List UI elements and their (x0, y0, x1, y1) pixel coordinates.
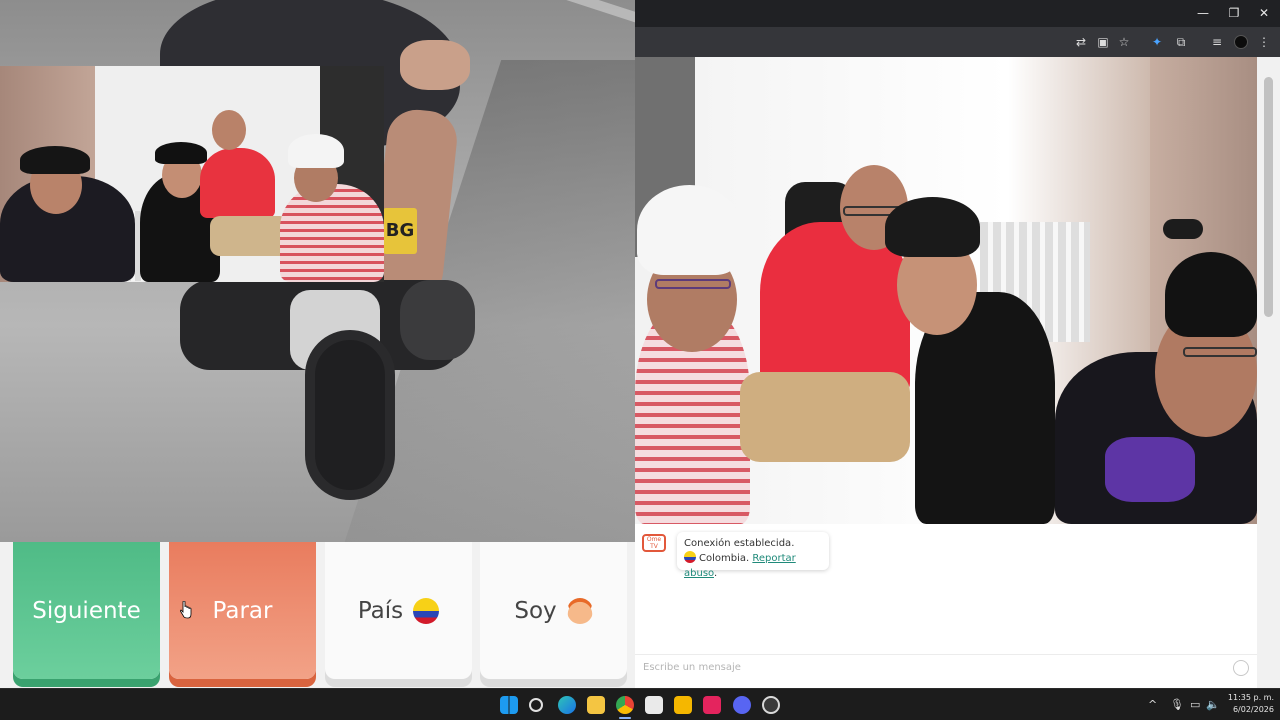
translate-icon[interactable]: ⇄ (1073, 34, 1089, 50)
rider-arm (400, 40, 470, 90)
browser-toolbar: ⇄ ▣ ☆ ✦ ⧉ ≡ ⋮ (635, 27, 1280, 57)
hoodie-graphic (1105, 437, 1195, 502)
background-video: BG (0, 0, 635, 542)
scrollbar-thumb[interactable] (1264, 77, 1273, 317)
stream-pane: BG Siguiente Parar País Soy (0, 0, 635, 688)
country-line: Colombia. Reportar abuso. (684, 551, 822, 581)
file-explorer-icon[interactable] (587, 696, 605, 714)
extension-puzzle-icon[interactable]: ✦ (1149, 34, 1165, 50)
network-icon[interactable]: ▭ (1190, 697, 1200, 713)
close-window-button[interactable]: ✕ (1249, 4, 1279, 22)
pip-person-4 (280, 134, 384, 282)
motorcycle-exhaust (400, 280, 475, 360)
browser-window: — ❐ ✕ ⇄ ▣ ☆ ✦ ⧉ ≡ ⋮ Ome TV Conexión esta… (635, 0, 1280, 688)
self-webcam-overlay (0, 66, 384, 282)
country-filter-button[interactable]: País (325, 542, 472, 679)
country-name: Colombia. (699, 553, 750, 564)
country-button-label: País (357, 597, 404, 624)
capcut-icon[interactable] (645, 696, 663, 714)
menu-icon[interactable]: ⋮ (1256, 34, 1272, 50)
stop-button-label: Parar (212, 597, 273, 624)
desktop-screen: BG Siguiente Parar País Soy — ❐ ✕ ⇄ ▣ ☆ … (0, 0, 1280, 720)
tiktok-icon[interactable] (703, 696, 721, 714)
chrome-browser-icon[interactable] (616, 696, 634, 714)
pip-person-1 (0, 146, 135, 282)
pip-person-3-legs (210, 216, 290, 256)
message-input[interactable]: Escribe un mensaje (635, 654, 1257, 682)
screenshot-icon[interactable]: ▣ (1095, 34, 1111, 50)
reading-list-icon[interactable]: ≡ (1209, 34, 1225, 50)
colombia-flag-icon (413, 597, 440, 624)
system-message: Conexión establecida. Colombia. Reportar… (677, 532, 829, 579)
remote-person-red-legs (740, 372, 910, 462)
clock-time: 11:35 p. m. (1227, 693, 1274, 702)
mouse-pointer-icon (180, 601, 192, 619)
bookmark-star-icon[interactable]: ☆ (1116, 34, 1132, 50)
taskbar: ^ 🎙 ▭ 🔈 11:35 p. m. 6/02/2026 (0, 688, 1280, 720)
stranger-video (635, 57, 1257, 524)
browser-titlebar: — ❐ ✕ (635, 0, 1280, 27)
ometv-logo-icon: Ome TV (642, 534, 666, 552)
profile-avatar[interactable] (1234, 35, 1248, 49)
minimize-button[interactable]: — (1188, 4, 1218, 22)
discord-icon[interactable] (733, 696, 751, 714)
chrome-active-indicator (619, 717, 631, 719)
start-windows-icon[interactable] (500, 696, 518, 714)
volume-icon[interactable]: 🔈 (1206, 697, 1220, 713)
extensions-icon[interactable]: ⧉ (1173, 34, 1189, 50)
emoji-icon[interactable] (1233, 660, 1249, 676)
microphone-icon[interactable]: 🎙 (1170, 697, 1184, 713)
next-button-label: Siguiente (32, 597, 141, 624)
report-suffix: . (713, 568, 718, 579)
gender-button[interactable]: Soy (480, 542, 627, 679)
rockstar-launcher-icon[interactable] (674, 696, 692, 714)
edge-browser-icon[interactable] (558, 696, 576, 714)
tray-overflow-chevron[interactable]: ^ (1148, 697, 1157, 713)
colombia-flag-icon (684, 551, 696, 563)
motorcycle-wheel (305, 330, 395, 500)
license-plate: BG (383, 208, 417, 254)
next-button[interactable]: Siguiente (13, 542, 160, 679)
clock-date: 6/02/2026 (1232, 705, 1274, 714)
system-clock[interactable]: 11:35 p. m. 6/02/2026 (1222, 692, 1274, 716)
remote-door-handle (1163, 219, 1203, 239)
gender-button-label: Soy (514, 597, 557, 624)
restore-button[interactable]: ❐ (1219, 4, 1249, 22)
page-scrollbar[interactable] (1257, 57, 1280, 688)
search-icon[interactable] (529, 698, 543, 712)
obs-icon[interactable] (762, 696, 780, 714)
pip-person-3 (200, 110, 275, 218)
boy-face-icon (566, 597, 593, 624)
chat-panel: Ome TV Conexión establecida. Colombia. R… (635, 524, 1257, 688)
control-buttons: Siguiente Parar País Soy (0, 542, 635, 688)
connection-status: Conexión establecida. (684, 538, 795, 549)
